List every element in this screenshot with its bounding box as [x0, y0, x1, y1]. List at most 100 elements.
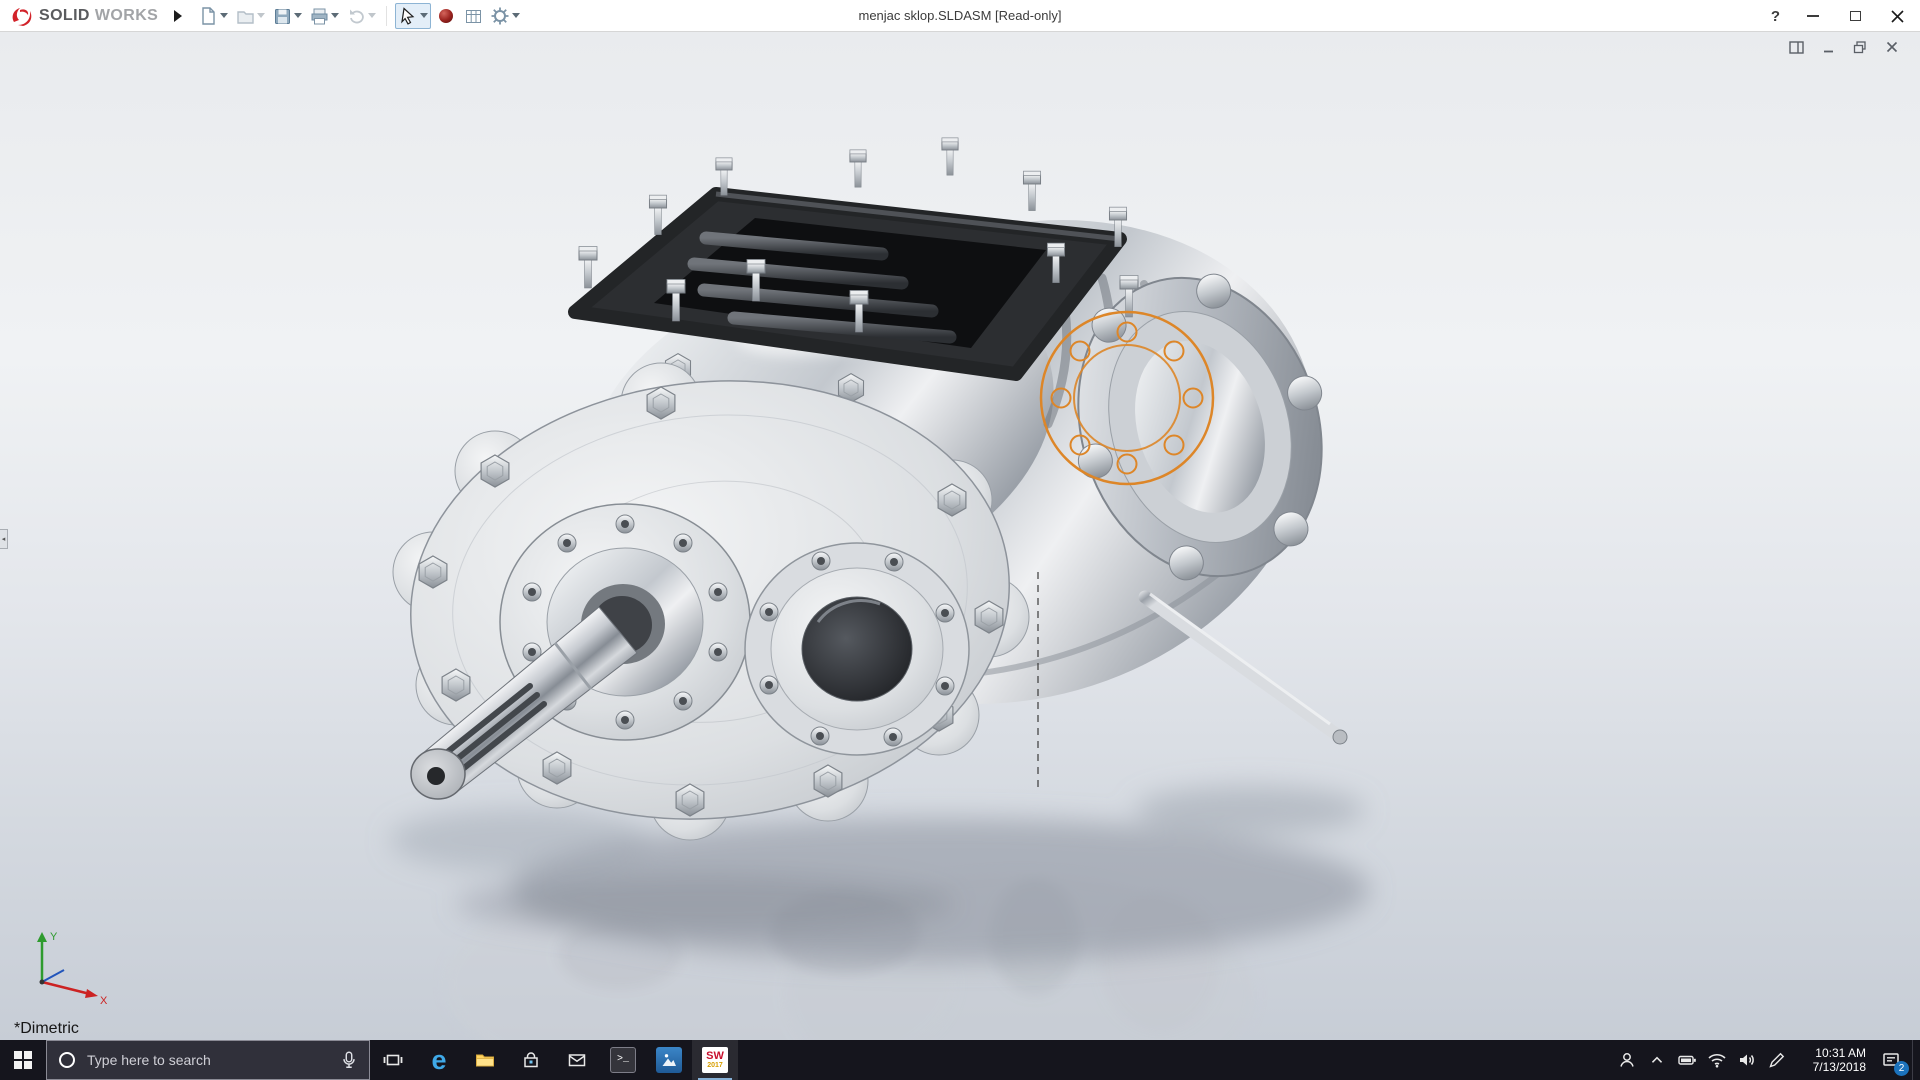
restore-icon [1850, 11, 1861, 21]
terminal-icon: >_ [610, 1047, 636, 1073]
action-center-button[interactable]: 2 [1870, 1040, 1912, 1080]
mail-button[interactable] [554, 1040, 600, 1080]
gearbox-model[interactable] [389, 138, 1378, 848]
solidworks-logo: SOLID WORKS [0, 5, 158, 27]
system-tray: 10:31 AM 7/13/2018 2 [1612, 1040, 1920, 1080]
blue-app-button[interactable] [646, 1040, 692, 1080]
store-button[interactable] [508, 1040, 554, 1080]
volume-button[interactable] [1732, 1040, 1762, 1080]
task-view-icon [382, 1049, 404, 1071]
select-tool-button[interactable] [395, 3, 431, 29]
pane-split-icon [1789, 41, 1804, 54]
minimize-icon [1807, 15, 1819, 17]
solidworks-app-icon: SW 2017 [702, 1047, 728, 1073]
close-button[interactable] [1888, 7, 1906, 25]
orientation-triad: Y X [24, 924, 116, 1006]
appearance-button[interactable] [434, 3, 458, 29]
secondary-bore[interactable] [745, 543, 969, 755]
dropdown-caret-icon[interactable] [220, 13, 228, 18]
dropdown-caret-icon[interactable] [512, 13, 520, 18]
store-bag-icon [520, 1049, 542, 1071]
document-window-controls [1788, 40, 1900, 54]
solidworks-app-button[interactable]: SW 2017 [692, 1040, 738, 1080]
close-icon [1891, 10, 1904, 23]
dropdown-caret-icon[interactable] [368, 13, 376, 18]
minimize-button[interactable] [1804, 7, 1822, 25]
search-input[interactable] [87, 1052, 329, 1068]
windows-logo-icon [14, 1051, 32, 1069]
blue-app-icon [656, 1047, 682, 1073]
edge-icon: e [431, 1047, 446, 1074]
solidworks-ds-icon [10, 5, 34, 27]
triad-y-label: Y [50, 931, 58, 943]
save-button[interactable] [270, 3, 304, 29]
pane-split-button[interactable] [1788, 40, 1804, 54]
hidden-icons-button[interactable] [1642, 1040, 1672, 1080]
dropdown-caret-icon[interactable] [294, 13, 302, 18]
open-folder-icon [235, 6, 255, 26]
file-explorer-icon [473, 1049, 497, 1071]
doc-restore-button[interactable] [1852, 40, 1868, 54]
document-title: menjac sklop.SLDASM [Read-only] [858, 0, 1061, 32]
new-document-button[interactable] [196, 3, 230, 29]
print-button[interactable] [307, 3, 341, 29]
output-shaft[interactable] [1145, 594, 1347, 744]
design-table-icon [463, 6, 483, 26]
graphics-area[interactable]: ◂ Y X *Dimetric [0, 32, 1920, 1040]
feature-tree-splitter-handle[interactable]: ◂ [0, 529, 8, 549]
new-document-icon [198, 6, 218, 26]
taskbar: e >_ SW 20 [0, 1040, 1920, 1080]
help-button[interactable]: ? [1771, 8, 1780, 25]
chevron-up-icon [1647, 1050, 1667, 1070]
options-button[interactable] [488, 3, 522, 29]
people-icon [1616, 1049, 1638, 1071]
speaker-icon [1736, 1049, 1758, 1071]
doc-minimize-icon [1822, 41, 1835, 54]
people-button[interactable] [1612, 1040, 1642, 1080]
start-button[interactable] [0, 1040, 46, 1080]
show-desktop-button[interactable] [1912, 1040, 1920, 1080]
dropdown-caret-icon[interactable] [331, 13, 339, 18]
design-table-button[interactable] [461, 3, 485, 29]
gear-icon [490, 6, 510, 26]
taskbar-search[interactable] [46, 1040, 370, 1080]
terminal-button[interactable]: >_ [600, 1040, 646, 1080]
toolbar-separator [386, 6, 387, 26]
doc-minimize-button[interactable] [1820, 40, 1836, 54]
logo-text-works: WORKS [95, 7, 158, 25]
main-toolbar [196, 3, 522, 29]
restore-button[interactable] [1846, 7, 1864, 25]
open-button[interactable] [233, 3, 267, 29]
triad-x-label: X [100, 995, 108, 1006]
task-view-button[interactable] [370, 1040, 416, 1080]
print-icon [309, 6, 329, 26]
pen-icon [1766, 1049, 1788, 1071]
microphone-icon[interactable] [339, 1050, 359, 1070]
view-orientation-label: *Dimetric [14, 1020, 79, 1038]
taskbar-clock[interactable]: 10:31 AM 7/13/2018 [1792, 1040, 1870, 1080]
dropdown-caret-icon[interactable] [257, 13, 265, 18]
appearance-sphere-icon [436, 6, 456, 26]
clock-time: 10:31 AM [1815, 1046, 1866, 1060]
undo-icon [346, 6, 366, 26]
battery-button[interactable] [1672, 1040, 1702, 1080]
dropdown-caret-icon[interactable] [420, 13, 428, 18]
menu-expand-arrow-icon[interactable] [174, 10, 182, 22]
wifi-icon [1706, 1049, 1728, 1071]
cortana-icon [57, 1050, 77, 1070]
edge-browser-button[interactable]: e [416, 1040, 462, 1080]
windows-ink-button[interactable] [1762, 1040, 1792, 1080]
doc-close-icon [1886, 41, 1898, 53]
doc-restore-icon [1853, 41, 1867, 54]
gearbox-render [0, 32, 1920, 1040]
mail-envelope-icon [566, 1049, 588, 1071]
undo-button[interactable] [344, 3, 378, 29]
window-controls: ? [1771, 0, 1906, 32]
clock-date: 7/13/2018 [1813, 1060, 1866, 1074]
titlebar: SOLID WORKS [0, 0, 1920, 32]
doc-close-button[interactable] [1884, 40, 1900, 54]
network-button[interactable] [1702, 1040, 1732, 1080]
notification-badge: 2 [1894, 1061, 1909, 1076]
logo-text-solid: SOLID [39, 7, 90, 25]
file-explorer-button[interactable] [462, 1040, 508, 1080]
